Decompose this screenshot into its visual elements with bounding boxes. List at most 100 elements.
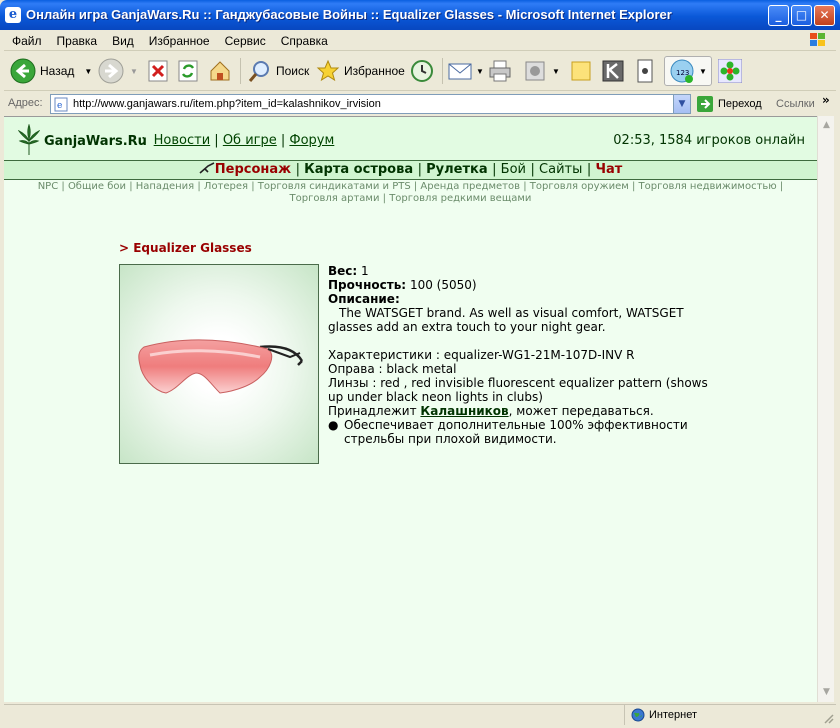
nav-news[interactable]: Новости: [154, 133, 211, 148]
go-label: Переход: [718, 98, 762, 110]
subnav-syndicate-trade[interactable]: Торговля синдикатами и PTS: [258, 181, 411, 192]
notes-button[interactable]: [570, 56, 592, 86]
icq-dropdown-icon[interactable]: ▼: [699, 67, 707, 76]
scroll-up-icon[interactable]: ▲: [819, 118, 834, 133]
top-nav: : Новости | Об игре | Форум: [141, 133, 335, 148]
mail-icon: [448, 63, 472, 80]
menu-bar: Файл Правка Вид Избранное Сервис Справка: [4, 30, 836, 51]
owner-suffix: , может передаваться.: [508, 404, 654, 418]
resize-grip-icon[interactable]: [822, 712, 834, 724]
address-input[interactable]: e http://www.ganjawars.ru/item.php?item_…: [50, 94, 691, 114]
nav-about[interactable]: Об игре: [223, 133, 277, 148]
icq-button[interactable]: [718, 56, 742, 86]
go-button[interactable]: Переход: [696, 95, 762, 113]
back-dropdown-icon[interactable]: ▼: [84, 67, 92, 76]
site-logo[interactable]: GanjaWars.Ru: [18, 124, 147, 158]
mail-dropdown-icon[interactable]: ▼: [476, 67, 484, 76]
frame-text: Оправа : black metal: [328, 362, 457, 376]
weight-value: 1: [361, 264, 369, 278]
refresh-button[interactable]: [178, 56, 198, 86]
stop-icon: [148, 60, 168, 82]
bullet-icon: ●: [328, 418, 339, 432]
nav-sites[interactable]: Сайты: [539, 162, 582, 177]
links-button[interactable]: Ссылки: [776, 98, 815, 110]
menu-view[interactable]: Вид: [104, 31, 141, 48]
search-button[interactable]: Поиск: [248, 56, 309, 86]
subnav-rare-trade[interactable]: Торговля редкими вещами: [389, 193, 531, 204]
bonus-text: Обеспечивает дополнительные 100% эффекти…: [344, 418, 688, 446]
address-bar: Адрес: e http://www.ganjawars.ru/item.ph…: [4, 92, 836, 116]
main-nav: Персонаж | Карта острова | Рулетка | Бой…: [4, 160, 817, 180]
subnav-general-battles[interactable]: Общие бои: [68, 181, 126, 192]
menu-help[interactable]: Справка: [273, 31, 335, 48]
forward-button[interactable]: ▼: [98, 56, 138, 86]
back-button[interactable]: Назад ▼: [10, 56, 92, 86]
edit-dropdown-icon[interactable]: ▼: [552, 67, 560, 76]
online-status: 02:53, 1584 игроков онлайн: [613, 133, 805, 148]
durability-label: Прочность:: [328, 278, 407, 292]
zone-label: Интернет: [649, 709, 697, 721]
phone-icon: [637, 59, 653, 83]
history-button[interactable]: [410, 56, 434, 86]
svg-text:e: e: [57, 101, 62, 111]
nav-battle[interactable]: Бой: [501, 162, 526, 177]
subnav-art-trade[interactable]: Торговля артами: [290, 193, 380, 204]
ie-icon: e: [5, 7, 21, 23]
owner-link[interactable]: Калашников: [420, 404, 508, 418]
forward-dropdown-icon[interactable]: ▼: [130, 67, 138, 76]
mail-button[interactable]: ▼: [448, 56, 484, 86]
back-arrow-icon: [10, 58, 36, 84]
sub-nav: NPC | Общие бои | Нападения | Лотерея | …: [37, 181, 784, 204]
favorites-button[interactable]: Избранное: [316, 56, 405, 86]
subnav-item-rent[interactable]: Аренда предметов: [420, 181, 520, 192]
lenses-text: Линзы : red , red invisible fluorescent …: [328, 376, 708, 404]
edit-button[interactable]: ▼: [524, 56, 560, 86]
nav-island-map[interactable]: Карта острова: [304, 162, 413, 177]
subnav-lottery[interactable]: Лотерея: [204, 181, 248, 192]
icq-status-button[interactable]: 123 ▼: [664, 56, 712, 86]
nav-character[interactable]: Персонаж: [215, 162, 291, 177]
top-nav-separator: :: [141, 133, 146, 148]
address-dropdown-icon[interactable]: ▼: [673, 95, 690, 113]
k-button[interactable]: [602, 56, 624, 86]
messenger-button[interactable]: [636, 56, 654, 86]
edit-page-icon: [525, 61, 545, 81]
item-image: [119, 264, 319, 464]
search-icon: [248, 61, 269, 82]
nav-forum[interactable]: Форум: [289, 133, 334, 148]
page-viewport: GanjaWars.Ru : Новости | Об игре | Форум…: [4, 116, 817, 702]
status-bar: Интернет: [4, 704, 836, 726]
subnav-attacks[interactable]: Нападения: [136, 181, 194, 192]
menu-tools[interactable]: Сервис: [217, 31, 273, 48]
minimize-button[interactable]: _: [768, 5, 789, 26]
vertical-scrollbar[interactable]: ▲ ▼: [817, 116, 834, 702]
skype-icon: 123: [670, 59, 694, 83]
description-label: Описание:: [328, 292, 400, 306]
forward-arrow-icon: [98, 58, 124, 84]
menu-file[interactable]: Файл: [4, 31, 49, 48]
history-icon: [411, 60, 433, 82]
subnav-realty-trade[interactable]: Торговля недвижимостью: [639, 181, 777, 192]
nav-roulette[interactable]: Рулетка: [426, 162, 487, 177]
subnav-npc[interactable]: NPC: [38, 181, 59, 192]
window-title: Онлайн игра GanjaWars.Ru :: Ганджубасовы…: [26, 7, 672, 22]
maximize-button[interactable]: □: [791, 5, 812, 26]
scroll-down-icon[interactable]: ▼: [819, 685, 834, 700]
print-button[interactable]: [488, 56, 512, 86]
printer-icon: [489, 60, 511, 82]
stop-button[interactable]: [148, 56, 168, 86]
nav-chat[interactable]: Чат: [595, 162, 622, 177]
close-button[interactable]: ✕: [814, 5, 835, 26]
item-details: Вес: 1 Прочность: 100 (5050) Описание: T…: [328, 264, 718, 446]
menu-edit[interactable]: Правка: [49, 31, 105, 48]
weight-label: Вес:: [328, 264, 358, 278]
chevron-right-icon[interactable]: »: [822, 93, 830, 107]
search-label: Поиск: [276, 64, 310, 78]
note-icon: [571, 61, 591, 81]
home-button[interactable]: [208, 56, 232, 86]
window-titlebar[interactable]: e Онлайн игра GanjaWars.Ru :: Ганджубасо…: [0, 0, 840, 30]
owner-prefix: Принадлежит: [328, 404, 417, 418]
subnav-weapon-trade[interactable]: Торговля оружием: [530, 181, 629, 192]
menu-favorites[interactable]: Избранное: [141, 31, 217, 48]
go-arrow-icon: [697, 96, 713, 112]
